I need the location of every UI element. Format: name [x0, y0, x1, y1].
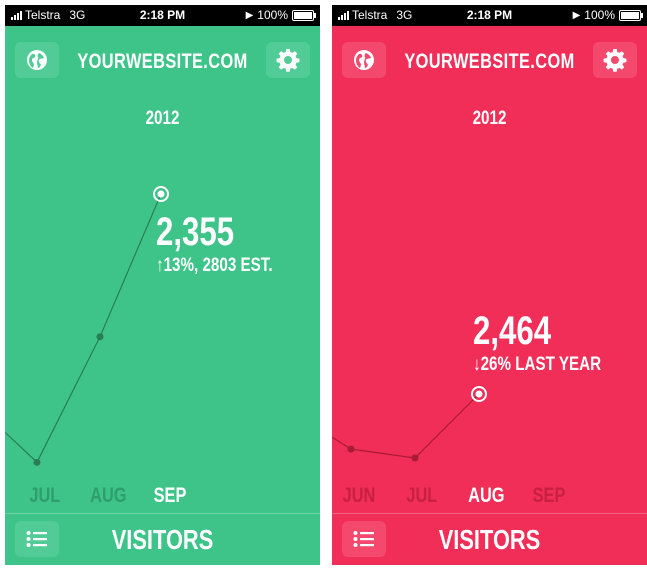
- app-screen: YOURWEBSITE.COM 2012 2,355 ↑13%, 2803 ES…: [5, 26, 320, 565]
- data-point[interactable]: [411, 454, 419, 462]
- battery-percent: 100%: [584, 8, 615, 22]
- month-label-jun[interactable]: JUN: [343, 484, 376, 508]
- data-point[interactable]: [347, 445, 355, 453]
- battery-percent: 100%: [257, 8, 288, 22]
- series-line-segment: [5, 431, 38, 463]
- month-label-sep[interactable]: SEP: [533, 484, 566, 508]
- phone-screen-red: Telstra 3G 2:18 PM ▶ 100% YOURWEBSITE.CO…: [332, 5, 647, 565]
- visitor-count: 2,464: [473, 309, 552, 353]
- status-bar: Telstra 3G 2:18 PM ▶ 100%: [5, 5, 320, 26]
- series-line-segment: [99, 193, 162, 337]
- status-bar: Telstra 3G 2:18 PM ▶ 100%: [332, 5, 647, 26]
- selected-point[interactable]: [475, 390, 483, 398]
- location-arrow-icon: ▶: [572, 9, 581, 21]
- battery-icon: [292, 9, 316, 21]
- battery-icon: [619, 9, 643, 21]
- bottom-bar: VISITORS: [332, 513, 647, 565]
- series-line-segment: [414, 393, 480, 459]
- location-arrow-icon: ▶: [245, 9, 254, 21]
- visitor-change: ↑13%, 2803 EST.: [156, 255, 273, 276]
- metric-title: VISITORS: [438, 524, 541, 555]
- app-screen: YOURWEBSITE.COM 2012 2,464 ↓26% LAST YEA…: [332, 26, 647, 565]
- data-point[interactable]: [33, 458, 41, 466]
- series-line-segment: [36, 336, 101, 463]
- data-point[interactable]: [96, 333, 104, 341]
- visitor-summary: 2,355 ↑13%, 2803 EST.: [156, 212, 302, 276]
- visitor-change: ↓26% LAST YEAR: [473, 354, 602, 375]
- arrow-down-icon: ↓: [473, 354, 481, 375]
- month-label-aug[interactable]: AUG: [468, 484, 504, 508]
- series-line-segment: [350, 448, 416, 459]
- month-label-aug[interactable]: AUG: [90, 484, 126, 508]
- phone-screen-green: Telstra 3G 2:18 PM ▶ 100% YOURWEBSITE.CO…: [5, 5, 320, 565]
- visitors-chart: [332, 386, 487, 462]
- arrow-up-icon: ↑: [156, 255, 164, 276]
- visitor-summary: 2,464 ↓26% LAST YEAR: [473, 311, 633, 375]
- bottom-bar: VISITORS: [5, 513, 320, 565]
- month-label-sep[interactable]: SEP: [154, 484, 187, 508]
- month-label-jul[interactable]: JUL: [29, 484, 60, 508]
- metric-title: VISITORS: [111, 524, 214, 555]
- month-label-jul[interactable]: JUL: [406, 484, 437, 508]
- selected-point[interactable]: [157, 190, 165, 198]
- visitor-count: 2,355: [156, 210, 235, 254]
